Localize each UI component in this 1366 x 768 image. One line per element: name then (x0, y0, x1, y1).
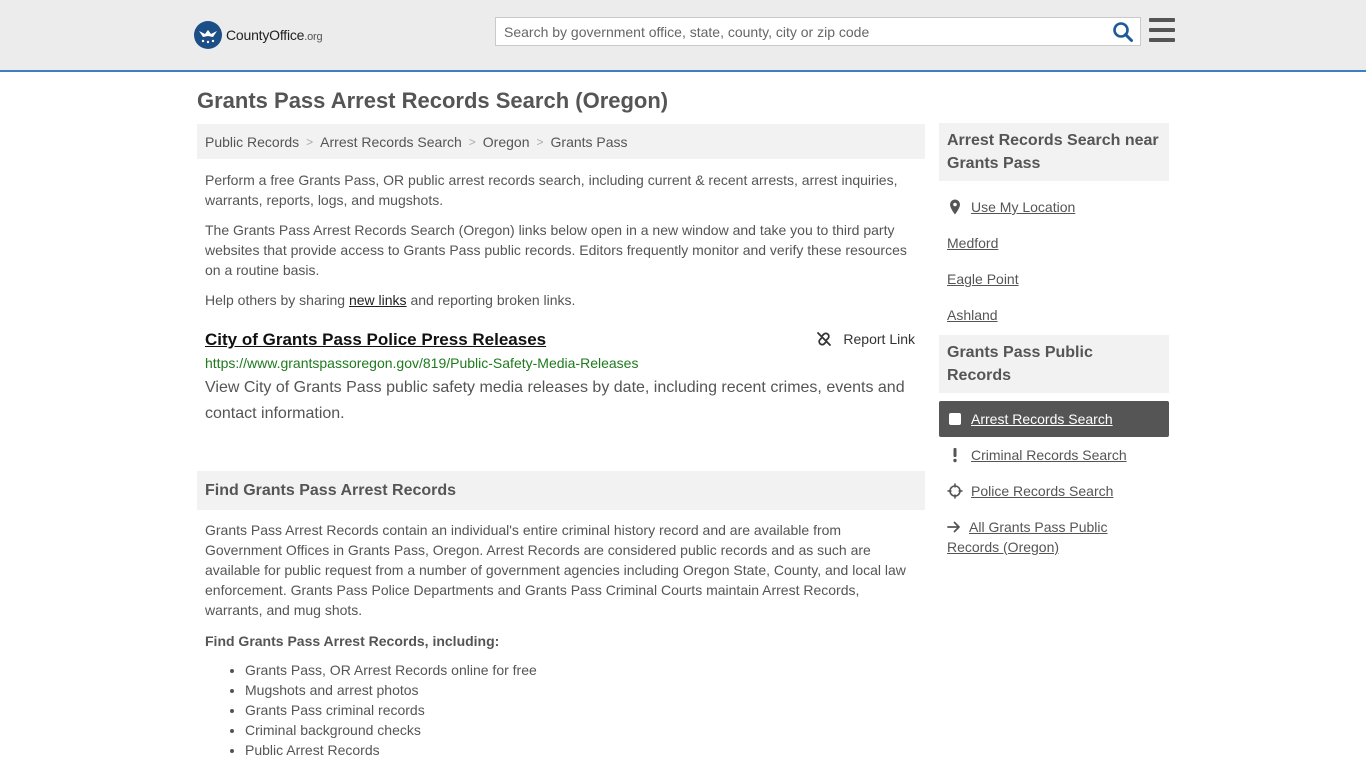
breadcrumb-separator: > (468, 134, 476, 149)
breadcrumb: Public Records > Arrest Records Search >… (197, 124, 925, 159)
breadcrumb-oregon[interactable]: Oregon (483, 134, 530, 150)
breadcrumb-grants-pass[interactable]: Grants Pass (551, 134, 628, 150)
criminal-records-link[interactable]: Criminal Records Search (971, 447, 1127, 463)
arrow-right-icon (947, 521, 960, 533)
find-records-paragraph: Grants Pass Arrest Records contain an in… (205, 522, 906, 618)
sidebar-item-criminal-records[interactable]: Criminal Records Search (939, 437, 1169, 473)
crosshair-icon (947, 483, 963, 499)
nearby-heading: Arrest Records Search near Grants Pass (939, 123, 1169, 181)
map-marker-icon (947, 199, 963, 215)
police-records-link[interactable]: Police Records Search (971, 483, 1113, 499)
share-links-paragraph: Help others by sharing new links and rep… (205, 292, 576, 308)
find-records-subheading: Find Grants Pass Arrest Records, includi… (205, 633, 500, 649)
sidebar-item-arrest-records[interactable]: Arrest Records Search (939, 401, 1169, 437)
use-location-item[interactable]: Use My Location (939, 189, 1169, 225)
nearby-city-link[interactable]: Medford (947, 235, 998, 251)
new-links-link[interactable]: new links (349, 292, 407, 308)
find-records-heading: Find Grants Pass Arrest Records (197, 471, 925, 510)
search-input[interactable] (496, 18, 1106, 45)
result-title-link[interactable]: City of Grants Pass Police Press Release… (205, 330, 546, 350)
nearby-list: Use My Location Medford Eagle Point Ashl… (939, 189, 1169, 333)
disclaimer-paragraph: The Grants Pass Arrest Records Search (O… (205, 222, 907, 278)
search-icon (1113, 22, 1133, 42)
sidebar-item-eagle-point[interactable]: Eagle Point (939, 261, 1169, 297)
list-item: Mugshots and arrest photos (245, 680, 925, 700)
intro-paragraph: Perform a free Grants Pass, OR public ar… (205, 172, 898, 208)
result-description: View City of Grants Pass public safety m… (205, 379, 905, 422)
use-location-link[interactable]: Use My Location (971, 199, 1075, 215)
sidebar-item-medford[interactable]: Medford (939, 225, 1169, 261)
search-box (495, 17, 1141, 46)
search-button[interactable] (1112, 21, 1134, 43)
report-link-button[interactable]: Report Link (816, 331, 915, 347)
nearby-city-link[interactable]: Eagle Point (947, 271, 1019, 287)
all-public-records-link[interactable]: All Grants Pass Public Records (Oregon) (947, 519, 1108, 555)
eagle-seal-icon (194, 21, 222, 49)
result-item: City of Grants Pass Police Press Release… (197, 330, 925, 427)
exclamation-icon (947, 447, 963, 463)
broken-link-icon (817, 332, 832, 346)
list-item: Grants Pass criminal records (245, 700, 925, 720)
logo-text: CountyOffice.org (226, 27, 323, 43)
list-item: Public Arrest Records (245, 740, 925, 760)
nearby-city-link[interactable]: Ashland (947, 307, 998, 323)
arrest-records-link[interactable]: Arrest Records Search (971, 411, 1113, 427)
sidebar: Arrest Records Search near Grants Pass U… (939, 123, 1169, 565)
breadcrumb-separator: > (536, 134, 544, 149)
breadcrumb-public-records[interactable]: Public Records (205, 134, 299, 150)
list-item: Criminal background checks (245, 720, 925, 740)
page-title: Grants Pass Arrest Records Search (Orego… (197, 88, 669, 113)
public-records-heading: Grants Pass Public Records (939, 335, 1169, 393)
public-records-list: Arrest Records Search Criminal Records S… (939, 401, 1169, 565)
main-content: Public Records > Arrest Records Search >… (197, 124, 925, 760)
sidebar-item-police-records[interactable]: Police Records Search (939, 473, 1169, 509)
site-header: CountyOffice.org (0, 0, 1366, 72)
hamburger-menu-icon[interactable] (1149, 18, 1175, 42)
all-records-wrapper: All Grants Pass Public Records (Oregon) (947, 517, 1161, 557)
sidebar-item-all-public-records[interactable]: All Grants Pass Public Records (Oregon) (939, 509, 1169, 565)
breadcrumb-arrest-records-search[interactable]: Arrest Records Search (320, 134, 462, 150)
square-icon (947, 411, 963, 427)
sidebar-item-ashland[interactable]: Ashland (939, 297, 1169, 333)
find-records-list: Grants Pass, OR Arrest Records online fo… (197, 660, 925, 760)
breadcrumb-separator: > (306, 134, 314, 149)
list-item: Grants Pass, OR Arrest Records online fo… (245, 660, 925, 680)
result-url: https://www.grantspassoregon.gov/819/Pub… (205, 355, 639, 371)
site-logo[interactable]: CountyOffice.org (194, 20, 323, 50)
